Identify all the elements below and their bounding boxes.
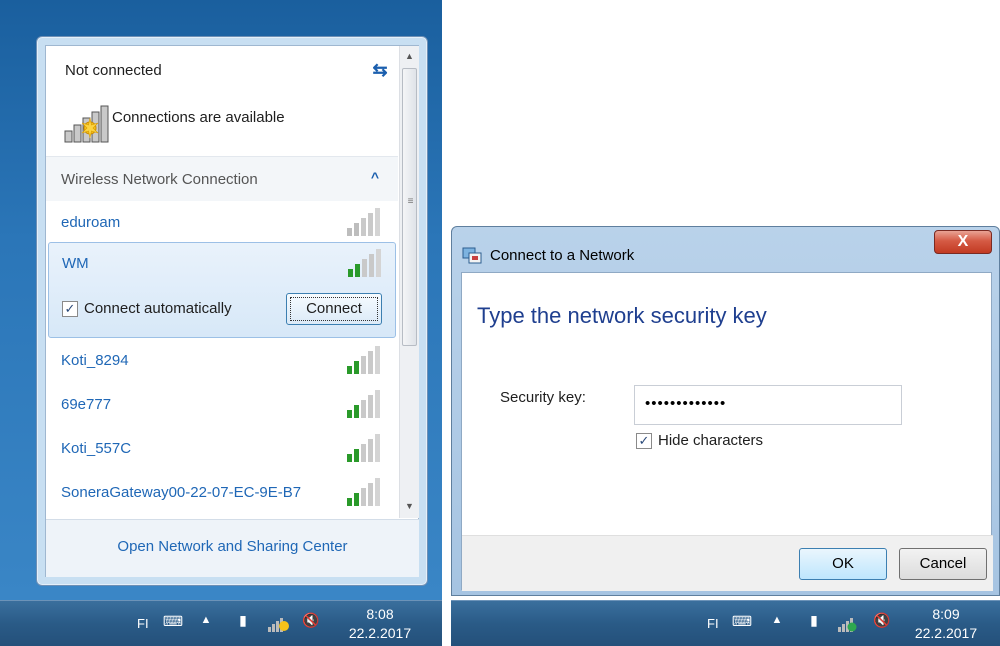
clock[interactable]: 8:09 22.2.2017: [906, 605, 986, 643]
network-signal-warning-icon: [64, 105, 109, 143]
battery-icon[interactable]: ▮: [234, 612, 252, 629]
scroll-down-arrow-icon[interactable]: ▼: [400, 498, 419, 514]
dialog-footer: OK Cancel: [462, 535, 993, 591]
taskbar-right: FI ⌨ ▲ ▮ 🔇 8:09 22.2.2017: [451, 600, 1000, 646]
open-network-sharing-center-link[interactable]: Open Network and Sharing Center: [46, 538, 419, 555]
hide-characters-label: Hide characters: [658, 432, 764, 449]
signal-strength-icon: [347, 208, 380, 236]
chevron-up-icon[interactable]: ^: [366, 168, 384, 186]
grip-icon: ≡: [407, 196, 414, 207]
connect-to-network-dialog: Connect to a Network X Type the network …: [451, 226, 1000, 596]
connections-available-text: Connections are available: [112, 109, 285, 126]
cancel-button[interactable]: Cancel: [899, 548, 987, 580]
network-name: eduroam: [61, 214, 121, 231]
network-name: SoneraGateway00-22-07-EC-9E-B7: [61, 484, 302, 501]
dialog-title: Connect to a Network: [490, 247, 635, 264]
network-name: Koti_8294: [61, 352, 129, 369]
signal-strength-icon: [347, 390, 380, 418]
keyboard-icon[interactable]: ⌨: [160, 613, 186, 630]
signal-strength-icon: [348, 249, 381, 277]
security-key-input[interactable]: •••••••••••••: [634, 385, 902, 425]
signal-strength-icon: [347, 434, 380, 462]
clock[interactable]: 8:08 22.2.2017: [340, 605, 420, 643]
dialog-body: Type the network security key Security k…: [461, 272, 993, 591]
network-item-eduroam[interactable]: eduroam: [46, 202, 398, 246]
network-list-scrollbar[interactable]: ▲ ≡ ▼: [399, 46, 419, 518]
hide-characters-checkbox[interactable]: ✓: [636, 433, 652, 449]
security-key-label: Security key:: [500, 389, 586, 406]
network-name: 69e777: [61, 396, 112, 413]
connect-button[interactable]: Connect: [286, 293, 382, 325]
clock-time: 8:09: [932, 606, 960, 622]
section-label-wireless: Wireless Network Connection: [61, 171, 258, 188]
network-item-koti-8294[interactable]: Koti_8294: [46, 340, 398, 384]
flyout-footer: Open Network and Sharing Center: [46, 519, 419, 577]
scrollbar-thumb[interactable]: ≡: [402, 68, 417, 346]
network-dialog-icon: [462, 247, 482, 264]
network-item-soneragateway[interactable]: SoneraGateway00-22-07-EC-9E-B7: [46, 472, 398, 516]
clock-date: 22.2.2017: [348, 625, 412, 641]
scroll-up-arrow-icon[interactable]: ▲: [400, 48, 419, 64]
connect-automatically-label: Connect automatically: [84, 300, 232, 317]
network-name: WM: [62, 255, 89, 272]
network-flyout: Not connected ⇆ Connections are availabl…: [36, 36, 428, 586]
signal-strength-icon: [347, 346, 380, 374]
network-item-wm-selected[interactable]: WM ✓ Connect automatically Connect: [48, 242, 396, 338]
keyboard-icon[interactable]: ⌨: [729, 613, 755, 630]
network-warning-icon[interactable]: [267, 615, 291, 633]
clock-date: 22.2.2017: [914, 625, 978, 641]
network-item-koti-557c[interactable]: Koti_557C: [46, 428, 398, 472]
ok-button[interactable]: OK: [799, 548, 887, 580]
network-connecting-icon[interactable]: [837, 615, 861, 633]
volume-muted-icon[interactable]: 🔇: [871, 612, 893, 629]
language-indicator[interactable]: FI: [707, 616, 719, 631]
close-button[interactable]: X: [934, 230, 992, 254]
show-hidden-icons-icon[interactable]: ▲: [198, 614, 214, 626]
show-hidden-icons-icon[interactable]: ▲: [769, 614, 785, 626]
volume-muted-icon[interactable]: 🔇: [300, 612, 322, 629]
connect-automatically-checkbox[interactable]: ✓: [62, 301, 78, 317]
refresh-icon[interactable]: ⇆: [368, 58, 392, 82]
connection-status: Not connected: [65, 62, 162, 79]
clock-time: 8:08: [366, 606, 394, 622]
dialog-heading: Type the network security key: [477, 303, 767, 328]
battery-icon[interactable]: ▮: [805, 612, 823, 629]
network-flyout-content: Not connected ⇆ Connections are availabl…: [45, 45, 419, 577]
network-name: Koti_557C: [61, 440, 132, 457]
language-indicator[interactable]: FI: [137, 616, 149, 631]
taskbar-left: FI ⌨ ▲ ▮ 🔇 8:08 22.2.2017: [0, 600, 442, 646]
network-item-69e777[interactable]: 69e777: [46, 384, 398, 428]
signal-strength-icon: [347, 478, 380, 506]
